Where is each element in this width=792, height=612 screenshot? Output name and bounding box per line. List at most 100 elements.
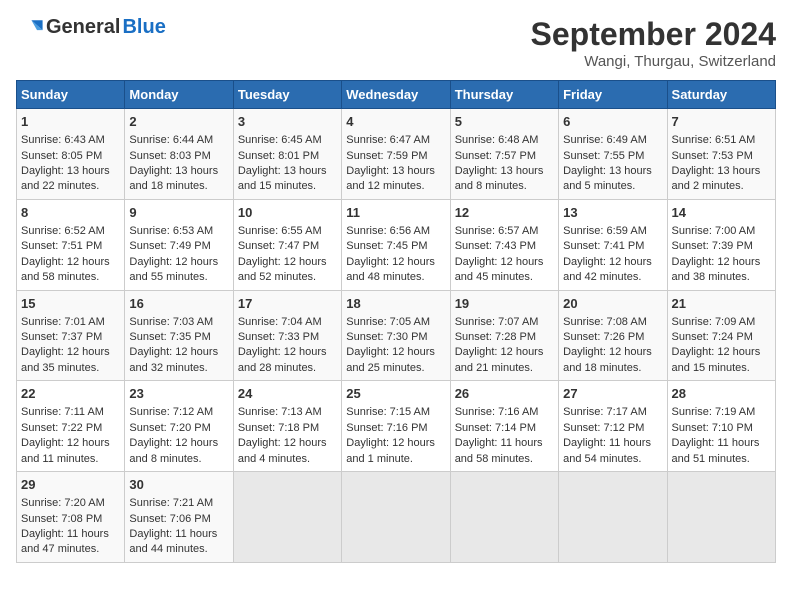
day-number: 11: [346, 204, 445, 222]
header-monday: Monday: [125, 81, 233, 109]
day-info: Sunrise: 7:04 AM Sunset: 7:33 PM Dayligh…: [238, 315, 337, 377]
day-number: 7: [672, 113, 771, 131]
calendar-cell: 15Sunrise: 7:01 AM Sunset: 7:37 PM Dayli…: [17, 290, 125, 381]
day-number: 19: [455, 295, 554, 313]
day-info: Sunrise: 6:48 AM Sunset: 7:57 PM Dayligh…: [455, 133, 554, 195]
day-info: Sunrise: 6:59 AM Sunset: 7:41 PM Dayligh…: [563, 224, 662, 286]
day-info: Sunrise: 6:49 AM Sunset: 7:55 PM Dayligh…: [563, 133, 662, 195]
calendar-cell: 10Sunrise: 6:55 AM Sunset: 7:47 PM Dayli…: [233, 199, 341, 290]
day-info: Sunrise: 7:19 AM Sunset: 7:10 PM Dayligh…: [672, 405, 771, 467]
day-info: Sunrise: 7:21 AM Sunset: 7:06 PM Dayligh…: [129, 496, 228, 558]
calendar-cell: 2 Sunrise: 6:44 AM Sunset: 8:03 PM Daylig…: [125, 109, 233, 200]
day-info: Sunrise: 6:44 AM Sunset: 8:03 PM Dayligh…: [129, 133, 228, 195]
day-number: 12: [455, 204, 554, 222]
day-info: Sunrise: 7:20 AM Sunset: 7:08 PM Dayligh…: [21, 496, 120, 558]
day-number: 30: [129, 476, 228, 494]
day-number: 9: [129, 204, 228, 222]
header-saturday: Saturday: [667, 81, 775, 109]
day-info: Sunrise: 7:08 AM Sunset: 7:26 PM Dayligh…: [563, 315, 662, 377]
day-number: 17: [238, 295, 337, 313]
calendar-week-row: 22 Sunrise: 7:11 AM Sunset: 7:22 PM Dayli…: [17, 381, 776, 472]
page-header: GeneralBlue September 2024 Wangi, Thurga…: [16, 16, 776, 70]
day-number: 16: [129, 295, 228, 313]
day-info: Sunrise: 7:12 AM Sunset: 7:20 PM Dayligh…: [129, 405, 228, 467]
day-number: 25: [346, 385, 445, 403]
calendar-cell: 25 Sunrise: 7:15 AM Sunset: 7:16 PM Dayli…: [342, 381, 450, 472]
day-info: Sunrise: 7:03 AM Sunset: 7:35 PM Dayligh…: [129, 315, 228, 377]
calendar-cell: 3 Sunrise: 6:45 AM Sunset: 8:01 PM Daylig…: [233, 109, 341, 200]
day-info: Sunrise: 7:13 AM Sunset: 7:18 PM Dayligh…: [238, 405, 337, 467]
calendar-week-row: 29Sunrise: 7:20 AM Sunset: 7:08 PM Dayli…: [17, 472, 776, 563]
logo-icon: [16, 17, 44, 39]
calendar-cell: 5 Sunrise: 6:48 AM Sunset: 7:57 PM Daylig…: [450, 109, 558, 200]
day-number: 3: [238, 113, 337, 131]
day-number: 5: [455, 113, 554, 131]
day-info: Sunrise: 7:11 AM Sunset: 7:22 PM Dayligh…: [21, 405, 120, 467]
day-info: Sunrise: 6:43 AM Sunset: 8:05 PM Dayligh…: [21, 133, 120, 195]
day-number: 23: [129, 385, 228, 403]
day-number: 21: [672, 295, 771, 313]
calendar-week-row: 1 Sunrise: 6:43 AM Sunset: 8:05 PM Daylig…: [17, 109, 776, 200]
calendar-cell: 20 Sunrise: 7:08 AM Sunset: 7:26 PM Dayli…: [559, 290, 667, 381]
day-number: 6: [563, 113, 662, 131]
logo-general: General: [46, 16, 120, 39]
day-info: Sunrise: 7:00 AM Sunset: 7:39 PM Dayligh…: [672, 224, 771, 286]
calendar-cell: 27 Sunrise: 7:17 AM Sunset: 7:12 PM Dayli…: [559, 381, 667, 472]
header-thursday: Thursday: [450, 81, 558, 109]
day-info: Sunrise: 6:51 AM Sunset: 7:53 PM Dayligh…: [672, 133, 771, 195]
header-tuesday: Tuesday: [233, 81, 341, 109]
day-number: 14: [672, 204, 771, 222]
day-info: Sunrise: 6:45 AM Sunset: 8:01 PM Dayligh…: [238, 133, 337, 195]
day-number: 27: [563, 385, 662, 403]
header-friday: Friday: [559, 81, 667, 109]
logo-blue: Blue: [122, 16, 165, 39]
calendar-cell: 28 Sunrise: 7:19 AM Sunset: 7:10 PM Dayli…: [667, 381, 775, 472]
calendar-cell: 1 Sunrise: 6:43 AM Sunset: 8:05 PM Daylig…: [17, 109, 125, 200]
day-info: Sunrise: 7:05 AM Sunset: 7:30 PM Dayligh…: [346, 315, 445, 377]
day-info: Sunrise: 7:07 AM Sunset: 7:28 PM Dayligh…: [455, 315, 554, 377]
calendar-header-row: Sunday Monday Tuesday Wednesday Thursday…: [17, 81, 776, 109]
calendar-cell: [667, 472, 775, 563]
day-number: 13: [563, 204, 662, 222]
calendar-cell: [450, 472, 558, 563]
calendar-cell: 26 Sunrise: 7:16 AM Sunset: 7:14 PM Dayli…: [450, 381, 558, 472]
day-number: 26: [455, 385, 554, 403]
day-number: 1: [21, 113, 120, 131]
calendar-week-row: 15Sunrise: 7:01 AM Sunset: 7:37 PM Dayli…: [17, 290, 776, 381]
calendar-cell: 11Sunrise: 6:56 AM Sunset: 7:45 PM Dayli…: [342, 199, 450, 290]
title-block: September 2024 Wangi, Thurgau, Switzerla…: [531, 16, 776, 70]
calendar-cell: 12Sunrise: 6:57 AM Sunset: 7:43 PM Dayli…: [450, 199, 558, 290]
calendar-cell: [559, 472, 667, 563]
calendar-cell: 9 Sunrise: 6:53 AM Sunset: 7:49 PM Daylig…: [125, 199, 233, 290]
calendar-cell: 22 Sunrise: 7:11 AM Sunset: 7:22 PM Dayli…: [17, 381, 125, 472]
calendar-cell: 16 Sunrise: 7:03 AM Sunset: 7:35 PM Dayli…: [125, 290, 233, 381]
day-info: Sunrise: 7:16 AM Sunset: 7:14 PM Dayligh…: [455, 405, 554, 467]
logo: GeneralBlue: [16, 16, 166, 39]
day-number: 4: [346, 113, 445, 131]
calendar-table: Sunday Monday Tuesday Wednesday Thursday…: [16, 80, 776, 563]
day-number: 24: [238, 385, 337, 403]
calendar-cell: [342, 472, 450, 563]
day-number: 15: [21, 295, 120, 313]
day-info: Sunrise: 7:09 AM Sunset: 7:24 PM Dayligh…: [672, 315, 771, 377]
day-number: 18: [346, 295, 445, 313]
calendar-cell: 23 Sunrise: 7:12 AM Sunset: 7:20 PM Dayli…: [125, 381, 233, 472]
day-info: Sunrise: 6:53 AM Sunset: 7:49 PM Dayligh…: [129, 224, 228, 286]
day-info: Sunrise: 7:17 AM Sunset: 7:12 PM Dayligh…: [563, 405, 662, 467]
calendar-cell: 8Sunrise: 6:52 AM Sunset: 7:51 PM Daylig…: [17, 199, 125, 290]
day-number: 10: [238, 204, 337, 222]
calendar-cell: 18 Sunrise: 7:05 AM Sunset: 7:30 PM Dayli…: [342, 290, 450, 381]
day-number: 2: [129, 113, 228, 131]
day-number: 28: [672, 385, 771, 403]
header-sunday: Sunday: [17, 81, 125, 109]
month-title: September 2024: [531, 16, 776, 53]
day-number: 20: [563, 295, 662, 313]
calendar-cell: 14 Sunrise: 7:00 AM Sunset: 7:39 PM Dayli…: [667, 199, 775, 290]
calendar-week-row: 8Sunrise: 6:52 AM Sunset: 7:51 PM Daylig…: [17, 199, 776, 290]
calendar-cell: 17 Sunrise: 7:04 AM Sunset: 7:33 PM Dayli…: [233, 290, 341, 381]
location: Wangi, Thurgau, Switzerland: [531, 53, 776, 70]
day-number: 22: [21, 385, 120, 403]
day-info: Sunrise: 7:15 AM Sunset: 7:16 PM Dayligh…: [346, 405, 445, 467]
calendar-cell: 4Sunrise: 6:47 AM Sunset: 7:59 PM Daylig…: [342, 109, 450, 200]
header-wednesday: Wednesday: [342, 81, 450, 109]
